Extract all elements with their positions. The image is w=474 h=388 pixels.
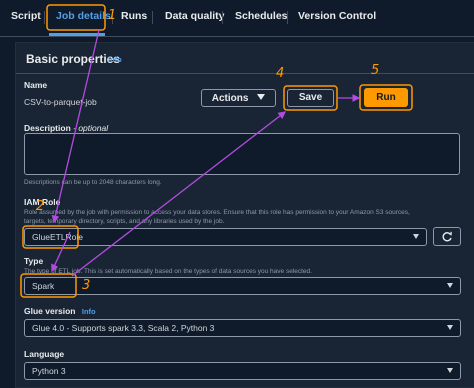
type-label: Type (24, 256, 44, 266)
iam-role-hint-2: targets, temporary directory, scripts, a… (24, 218, 225, 225)
annotation-number-2: 2 (36, 199, 45, 214)
actions-button[interactable]: Actions (201, 89, 276, 107)
refresh-icon (442, 231, 452, 242)
tab-job-details[interactable]: Job details (56, 10, 111, 22)
save-button[interactable]: Save (287, 89, 334, 107)
tab-separator (152, 11, 153, 24)
language-select[interactable]: Python 3 (24, 362, 461, 380)
iam-role-select[interactable]: GlueETLRole (24, 228, 427, 246)
language-value: Python 3 (32, 366, 66, 376)
refresh-button[interactable] (433, 227, 461, 246)
glue-version-label: Glue version Info (24, 306, 96, 316)
iam-role-value: GlueETLRole (32, 232, 84, 242)
actions-label: Actions (211, 93, 249, 104)
glue-version-value: Glue 4.0 - Supports spark 3.3, Scala 2, … (32, 323, 215, 333)
run-label: Run (376, 92, 396, 103)
save-label: Save (298, 92, 323, 103)
tab-runs[interactable]: Runs (121, 10, 147, 22)
description-textarea[interactable] (24, 133, 460, 175)
run-button[interactable]: Run (364, 88, 408, 107)
tab-data-quality[interactable]: Data quality (165, 10, 225, 22)
annotation-number-3: 3 (82, 278, 91, 293)
description-optional: - optional (73, 123, 109, 133)
tab-separator (222, 11, 223, 24)
annotation-number-1: 1 (108, 8, 117, 23)
job-name-value: CSV-to-parquet-job (24, 97, 97, 107)
panel-divider (16, 73, 474, 74)
tab-separator (44, 11, 45, 24)
panel-header: Basic properties Info (16, 43, 474, 73)
tab-version-control[interactable]: Version Control (298, 10, 376, 22)
tab-separator (287, 11, 288, 24)
glue-version-info-link: Info (81, 307, 96, 316)
name-label: Name (24, 80, 48, 90)
annotation-number-4: 4 (276, 66, 285, 81)
panel-title: Basic properties (26, 52, 121, 66)
chevron-down-icon (447, 325, 453, 330)
glue-version-select[interactable]: Glue 4.0 - Supports spark 3.3, Scala 2, … (24, 319, 461, 337)
tab-bar: Script Job details Runs Data quality Sch… (0, 0, 474, 37)
tab-schedules[interactable]: Schedules (235, 10, 288, 22)
type-hint: The type of ETL job. This is set automat… (24, 268, 312, 275)
active-tab-indicator (49, 33, 105, 36)
description-hint: Descriptions can be up to 2048 character… (24, 179, 162, 186)
description-label: Description - optional (24, 123, 109, 133)
chevron-down-icon (413, 234, 419, 239)
iam-role-hint-1: Role assumed by the job with permission … (24, 209, 410, 216)
chevron-down-icon (447, 368, 453, 373)
annotation-number-5: 5 (371, 63, 380, 78)
caret-down-icon (257, 94, 266, 100)
info-link[interactable]: Info (108, 55, 122, 64)
tab-script[interactable]: Script (11, 10, 41, 22)
chevron-down-icon (447, 283, 453, 288)
language-label: Language (24, 349, 65, 359)
type-value: Spark (32, 281, 55, 291)
